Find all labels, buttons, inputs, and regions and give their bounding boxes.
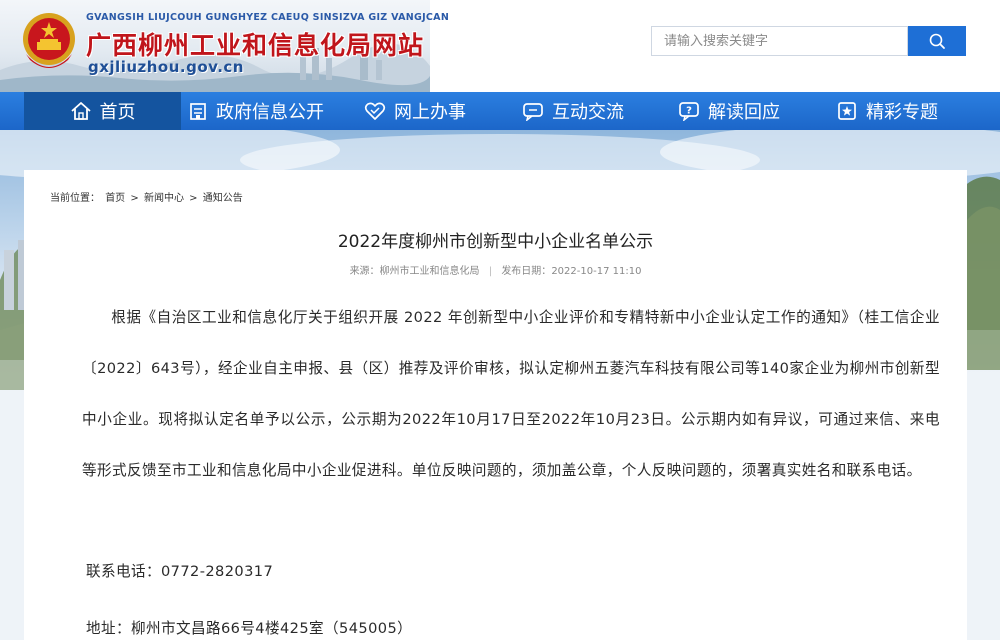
- breadcrumb-separator: >: [130, 193, 139, 204]
- search-button[interactable]: [908, 26, 966, 56]
- nav-item-online-service[interactable]: 网上办事: [364, 92, 466, 130]
- site-domain: gxjliuzhou.gov.cn: [88, 58, 244, 76]
- breadcrumb-link-home[interactable]: 首页: [105, 193, 125, 204]
- site-header: GVANGSIH LIUJCOUH GUNGHYEZ CAEUQ SINSIZV…: [0, 0, 1000, 92]
- chat-icon: [523, 103, 543, 121]
- nav-item-gov-info[interactable]: 政府信息公开: [188, 92, 324, 130]
- question-bubble-icon: ?: [679, 102, 699, 121]
- search-icon: [929, 33, 945, 49]
- article-meta: 来源：柳州市工业和信息化局 | 发布日期：2022-10-17 11:10: [24, 262, 967, 277]
- nav-item-interpretation[interactable]: ? 解读回应: [678, 92, 780, 130]
- breadcrumb-separator: >: [189, 193, 198, 204]
- contact-phone: 联系电话：0772-2820317: [86, 563, 274, 580]
- contact-address: 地址：柳州市文昌路66号4楼425室（545005）: [86, 620, 413, 637]
- article-title: 2022年度柳州市创新型中小企业名单公示: [337, 232, 654, 252]
- source-label: 来源：: [349, 266, 380, 277]
- date-value: 2022-10-17 11:10: [551, 266, 642, 277]
- main-nav: 首页 政府信息公开 网上办事 互动交流 ? 解读回应 精彩专题: [0, 92, 1000, 130]
- building-icon: [190, 103, 206, 120]
- article-body: 根据《自治区工业和信息化厅关于组织开展 2022 年创新型中小企业评价和专精特新…: [82, 309, 940, 479]
- nav-label: 首页: [99, 102, 136, 123]
- nav-label: 互动交流: [552, 102, 624, 123]
- nav-item-home[interactable]: 首页: [24, 92, 181, 130]
- nav-item-interaction[interactable]: 互动交流: [522, 92, 624, 130]
- star-doc-icon: [838, 102, 856, 120]
- search-input[interactable]: [651, 26, 908, 56]
- source-value: 柳州市工业和信息化局: [379, 266, 480, 277]
- site-pinyin-title: GVANGSIH LIUJCOUH GUNGHYEZ CAEUQ SINSIZV…: [86, 12, 450, 23]
- svg-text:?: ?: [686, 106, 692, 117]
- nav-label: 网上办事: [394, 102, 466, 123]
- nav-label: 解读回应: [708, 102, 780, 123]
- nav-label: 政府信息公开: [216, 102, 324, 123]
- handshake-icon: [364, 102, 386, 120]
- meta-divider: |: [488, 266, 493, 277]
- nav-label: 精彩专题: [866, 102, 938, 123]
- date-label: 发布日期：: [501, 266, 552, 277]
- article-panel: 当前位置： 首页 > 新闻中心 > 通知公告 2022年度柳州市创新型中小企业名…: [24, 170, 967, 640]
- site-title[interactable]: 广西柳州工业和信息化局网站: [86, 26, 424, 62]
- breadcrumb-link-news[interactable]: 新闻中心: [144, 193, 184, 204]
- nav-item-special-topics[interactable]: 精彩专题: [836, 92, 938, 130]
- breadcrumb-link-notices[interactable]: 通知公告: [203, 193, 243, 204]
- home-icon: [70, 102, 91, 120]
- breadcrumb-prefix: 当前位置：: [50, 193, 100, 204]
- national-emblem-icon: [23, 13, 75, 68]
- breadcrumb: 当前位置： 首页 > 新闻中心 > 通知公告: [50, 189, 245, 204]
